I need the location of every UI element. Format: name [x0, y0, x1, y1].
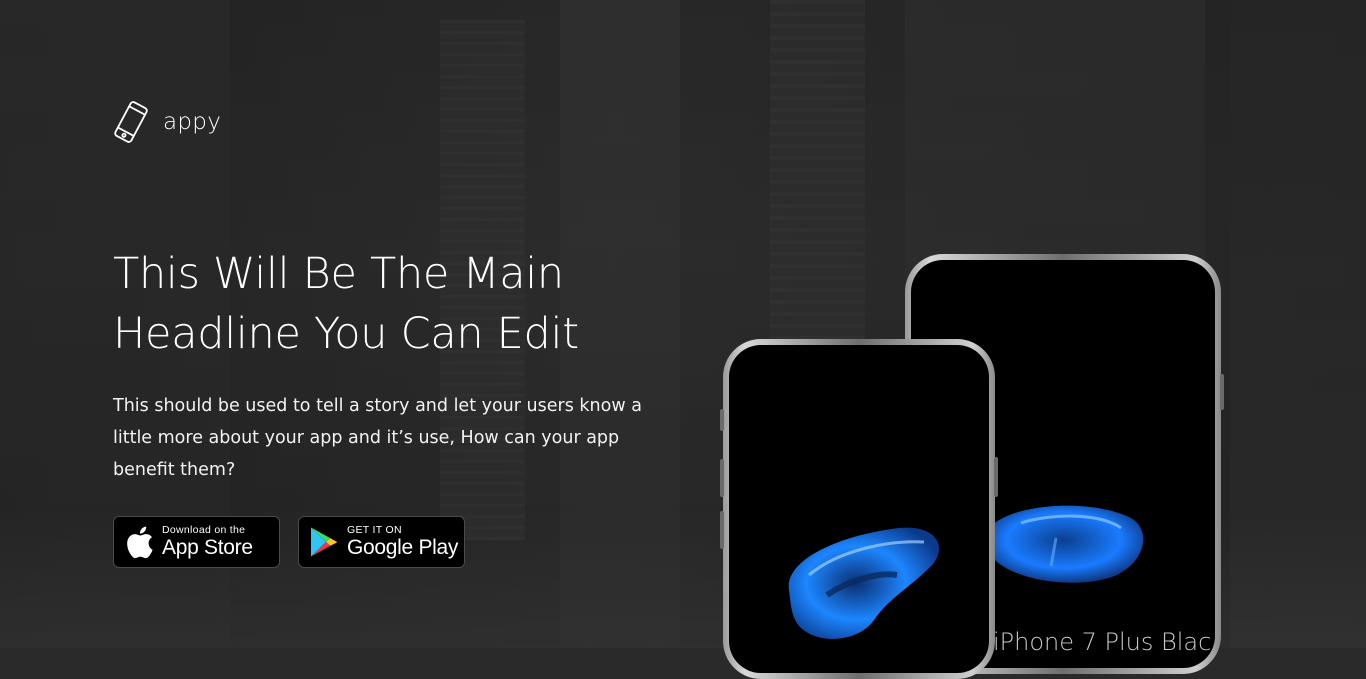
brand-name: appy	[163, 109, 222, 135]
app-store-button[interactable]: Download on the App Store	[113, 516, 280, 568]
page-headline: This Will Be The Main Headline You Can E…	[113, 244, 673, 364]
phone-side-button	[720, 409, 724, 431]
headline-line-1: This Will Be The Main	[113, 249, 564, 299]
google-play-button[interactable]: GET IT ON Google Play	[298, 516, 465, 568]
headline-line-2: Headline You Can Edit	[113, 309, 579, 359]
phone-mockup-front	[720, 339, 998, 679]
google-play-small-label: GET IT ON	[347, 524, 402, 536]
apple-icon	[124, 525, 154, 559]
hero-description: This should be used to tell a story and …	[113, 396, 642, 480]
phone-screen	[729, 345, 989, 673]
water-drop-graphic	[984, 505, 1144, 583]
google-play-big-label: Google Play	[347, 536, 459, 559]
phone-side-button	[720, 459, 724, 497]
water-drop-graphic	[788, 527, 939, 639]
phone-side-button	[720, 511, 724, 549]
google-play-icon	[309, 526, 339, 558]
phone-screen-caption: iPhone 7 Plus Black	[993, 628, 1215, 656]
phone-icon	[113, 100, 149, 144]
brand-logo[interactable]: appy	[113, 100, 221, 144]
app-store-big-label: App Store	[162, 536, 253, 559]
phone-side-button	[994, 457, 998, 497]
app-store-small-label: Download on the	[162, 524, 246, 536]
phone-side-button	[1220, 374, 1224, 410]
